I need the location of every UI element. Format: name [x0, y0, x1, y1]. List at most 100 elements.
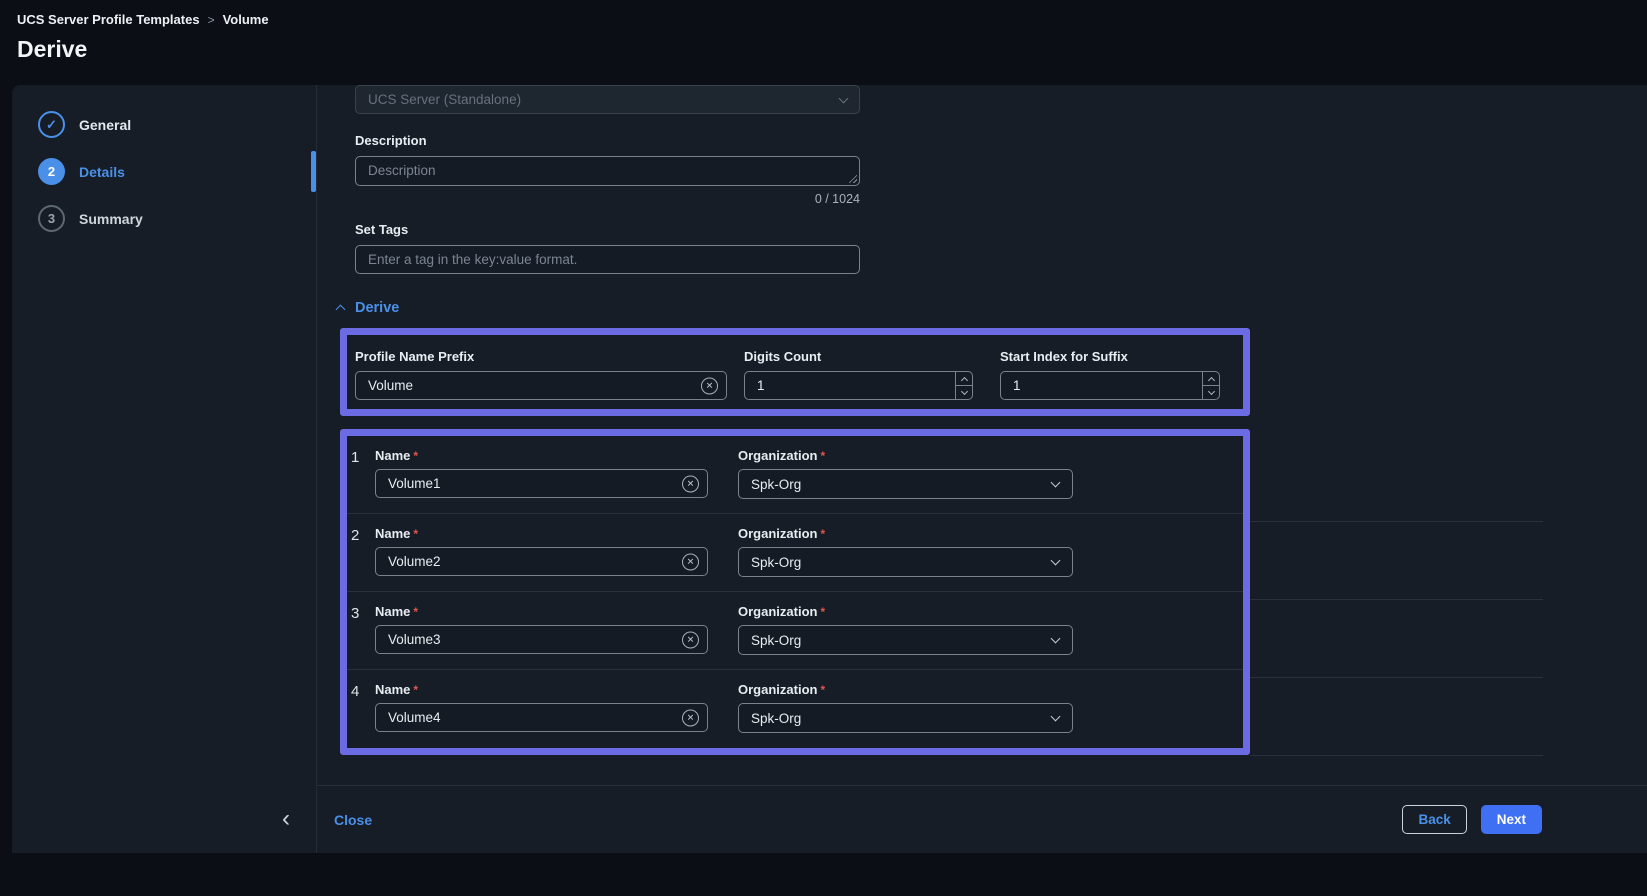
row-index: 1: [351, 449, 360, 466]
breadcrumb-separator-icon: >: [207, 12, 215, 27]
derive-prefix-highlight-box: Profile Name Prefix ✕ Digits Count: [340, 328, 1250, 416]
row-organization-field: Organization * Spk-Org: [738, 682, 1073, 748]
chevron-down-icon: [1050, 711, 1061, 722]
derive-row: 1 Name* ✕ Organization* Spk-Org: [347, 436, 1243, 514]
clear-icon[interactable]: ✕: [682, 709, 699, 726]
profile-name-prefix-field: Profile Name Prefix ✕: [355, 349, 727, 400]
required-marker: *: [820, 605, 826, 619]
stepper-down-icon[interactable]: [956, 386, 972, 399]
derived-name-input[interactable]: [375, 625, 708, 654]
number-stepper: [1202, 372, 1219, 399]
required-marker: *: [820, 683, 826, 697]
wizard-panel: ✓ General 2 Details 3 Summary ‹ UCS Serv…: [12, 85, 1647, 853]
name-label: Name: [375, 682, 411, 697]
row-name-field: Name* ✕: [375, 604, 708, 669]
chevron-down-icon: [1050, 555, 1061, 566]
stepper-down-icon[interactable]: [1203, 386, 1219, 399]
number-stepper: [955, 372, 972, 399]
row-organization-field: Organization * Spk-Org: [738, 526, 1073, 591]
row-name-field: Name* ✕: [375, 526, 708, 591]
required-marker: *: [820, 449, 826, 463]
organization-label: Organization: [738, 526, 818, 541]
breadcrumb-current[interactable]: Volume: [223, 12, 269, 27]
row-separator: [1250, 599, 1543, 600]
next-button[interactable]: Next: [1480, 805, 1542, 834]
derived-name-input[interactable]: [375, 547, 708, 576]
row-name-field: Name* ✕: [375, 682, 708, 748]
clear-icon[interactable]: ✕: [701, 377, 718, 394]
wizard-steps: ✓ General 2 Details 3 Summary: [12, 85, 316, 242]
organization-select[interactable]: Spk-Org: [738, 703, 1073, 733]
organization-select[interactable]: Spk-Org: [738, 547, 1073, 577]
derive-section-toggle[interactable]: Derive: [335, 300, 1647, 316]
derive-row: 3 Name* ✕ Organization* Spk-Org: [347, 592, 1243, 670]
back-button[interactable]: Back: [1402, 805, 1467, 834]
step-summary[interactable]: 3 Summary: [12, 195, 316, 242]
description-textarea[interactable]: [355, 156, 860, 186]
clear-icon[interactable]: ✕: [682, 631, 699, 648]
required-marker: *: [413, 449, 419, 463]
organization-select[interactable]: Spk-Org: [738, 625, 1073, 655]
start-index-input[interactable]: [1000, 371, 1220, 400]
chevron-up-icon: [335, 304, 346, 315]
target-platform-value: UCS Server (Standalone): [368, 92, 522, 107]
profile-name-prefix-input[interactable]: [355, 371, 727, 400]
step-general[interactable]: ✓ General: [12, 101, 316, 148]
organization-value: Spk-Org: [751, 476, 802, 492]
profile-name-prefix-label: Profile Name Prefix: [355, 349, 475, 364]
breadcrumb-root[interactable]: UCS Server Profile Templates: [17, 12, 200, 27]
wizard-content: UCS Server (Standalone) Description 0 / …: [317, 85, 1647, 853]
stepper-up-icon[interactable]: [956, 372, 972, 386]
step-label: Details: [79, 163, 125, 180]
name-label: Name: [375, 604, 411, 619]
top-header: UCS Server Profile Templates > Volume De…: [0, 0, 1647, 85]
row-organization-field: Organization * Spk-Org: [738, 448, 1073, 513]
digits-count-input[interactable]: [744, 371, 973, 400]
step-label: Summary: [79, 210, 143, 227]
derive-row: 2 Name* ✕ Organization* Spk-Org: [347, 514, 1243, 592]
step-number: 2: [38, 158, 65, 185]
breadcrumb: UCS Server Profile Templates > Volume: [17, 12, 1647, 27]
close-button[interactable]: Close: [334, 812, 372, 828]
description-counter: 0 / 1024: [814, 192, 860, 206]
page-title: Derive: [17, 36, 88, 62]
digits-count-label: Digits Count: [744, 349, 822, 364]
start-index-field: Start Index for Suffix: [1000, 349, 1220, 400]
digits-count-field: Digits Count: [744, 349, 973, 400]
row-index: 4: [351, 683, 360, 700]
tags-input[interactable]: [355, 245, 860, 274]
organization-value: Spk-Org: [751, 710, 802, 726]
stepper-up-icon[interactable]: [1203, 372, 1219, 386]
required-marker: *: [413, 527, 419, 541]
clear-icon[interactable]: ✕: [682, 475, 699, 492]
set-tags-label: Set Tags: [355, 222, 409, 237]
derive-rows-highlight-box: 1 Name* ✕ Organization* Spk-Org: [340, 429, 1250, 755]
clear-icon[interactable]: ✕: [682, 553, 699, 570]
sidebar-footer: ‹: [12, 785, 316, 853]
required-marker: *: [413, 605, 419, 619]
chevron-down-icon: [1050, 633, 1061, 644]
description-label: Description: [355, 133, 427, 148]
row-separator: [1250, 521, 1543, 522]
step-details[interactable]: 2 Details: [12, 148, 316, 195]
chevron-down-icon: [1050, 477, 1061, 488]
row-index: 3: [351, 605, 360, 622]
organization-value: Spk-Org: [751, 554, 802, 570]
target-platform-select[interactable]: UCS Server (Standalone): [355, 85, 860, 114]
organization-label: Organization: [738, 448, 818, 463]
organization-label: Organization: [738, 682, 818, 697]
step-number: 3: [38, 205, 65, 232]
derived-name-input[interactable]: [375, 469, 708, 498]
check-icon: ✓: [38, 111, 65, 138]
name-label: Name: [375, 526, 411, 541]
start-index-label: Start Index for Suffix: [1000, 349, 1128, 364]
derive-row: 4 Name* ✕ Organization* Spk-Org: [347, 670, 1243, 748]
step-label: General: [79, 116, 132, 133]
organization-label: Organization: [738, 604, 818, 619]
description-field-wrap: [355, 156, 860, 186]
organization-select[interactable]: Spk-Org: [738, 469, 1073, 499]
derived-name-input[interactable]: [375, 703, 708, 732]
collapse-sidebar-icon[interactable]: ‹: [274, 807, 298, 831]
row-index: 2: [351, 527, 360, 544]
row-separator: [1250, 755, 1543, 756]
